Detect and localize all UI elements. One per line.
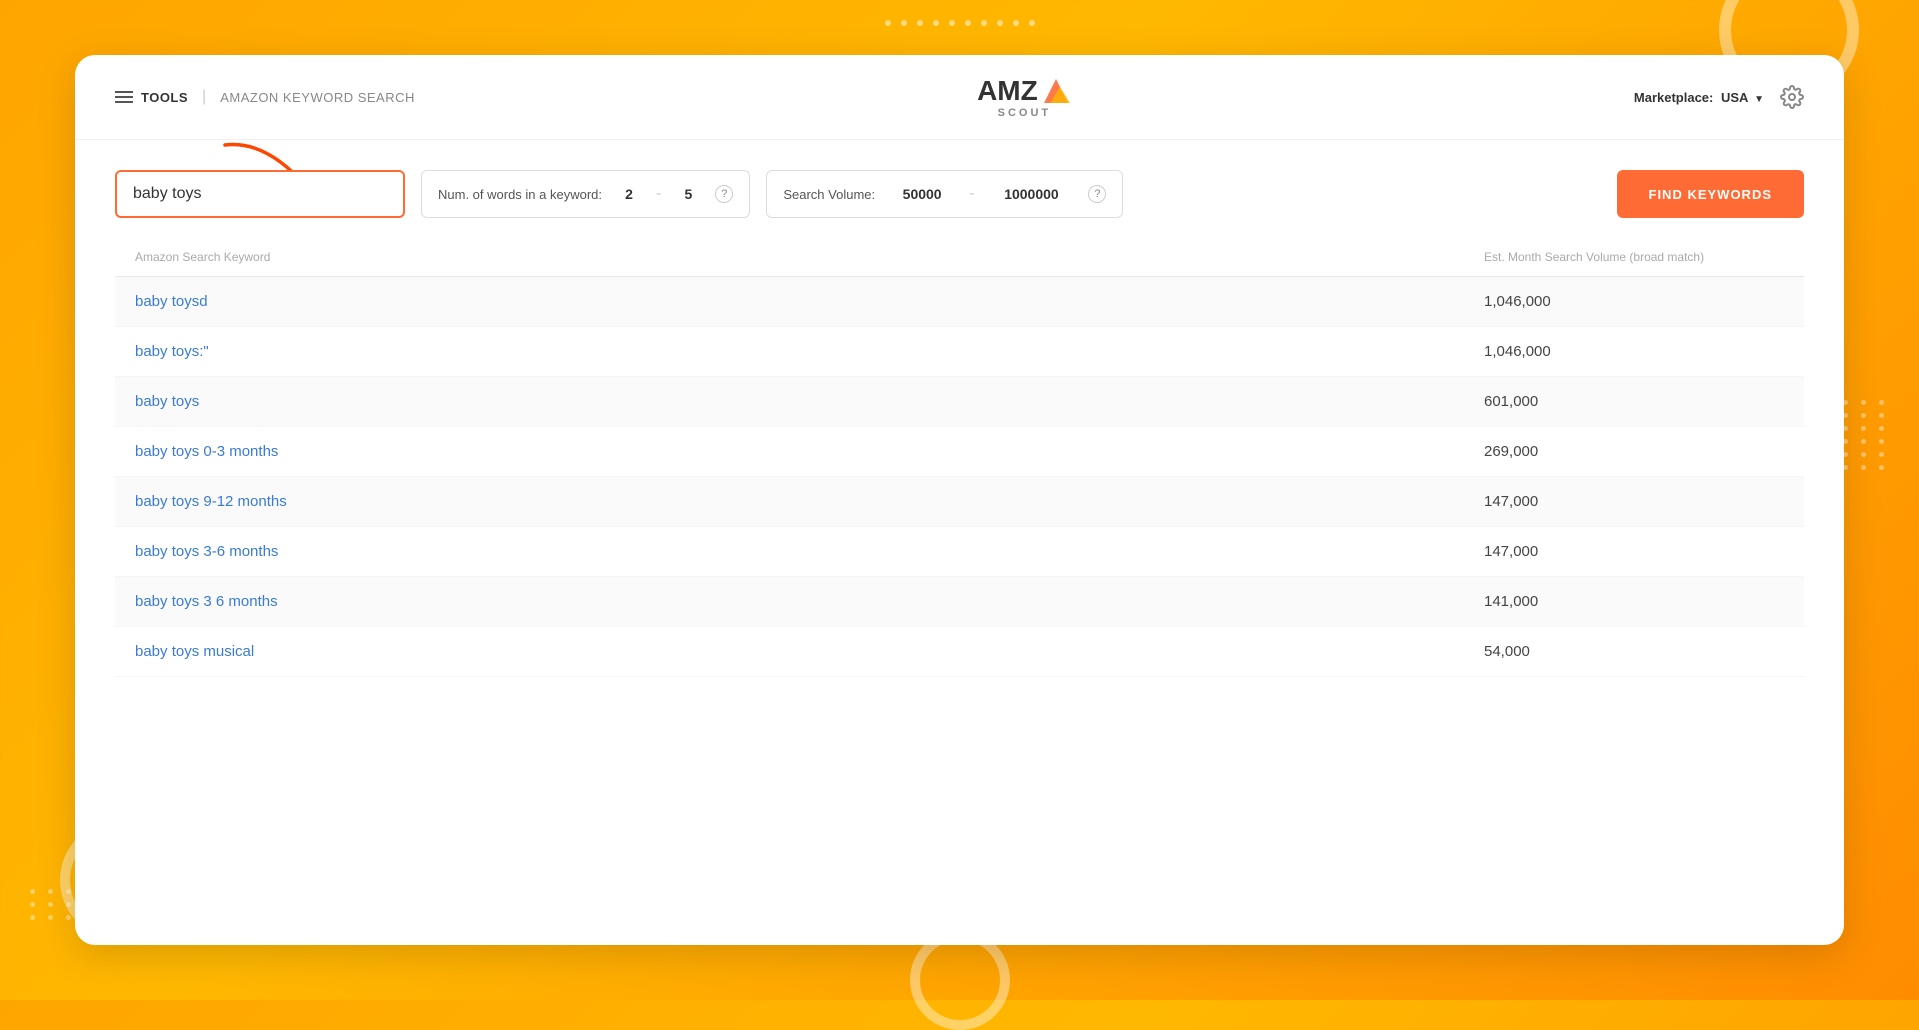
keyword-cell[interactable]: baby toys 0-3 months [135, 443, 1484, 460]
num-words-min-input[interactable] [614, 186, 644, 202]
main-card: TOOLS | AMAZON KEYWORD SEARCH AMZ SCOUT … [75, 55, 1844, 945]
logo-icon-svg [1040, 75, 1072, 107]
table-header: Amazon Search Keyword Est. Month Search … [115, 238, 1804, 277]
table-row: baby toys 3 6 months 141,000 [115, 577, 1804, 627]
table-body: baby toysd 1,046,000 baby toys:" 1,046,0… [115, 277, 1804, 677]
search-input-wrapper [115, 170, 405, 218]
table-row: baby toys musical 54,000 [115, 627, 1804, 677]
logo-text: AMZ [977, 75, 1072, 107]
marketplace-arrow: ▼ [1754, 94, 1764, 105]
marketplace-value: USA [1721, 90, 1748, 105]
table-row: baby toys 3-6 months 147,000 [115, 527, 1804, 577]
keyword-cell[interactable]: baby toysd [135, 293, 1484, 310]
bg-circle-bottom-center [910, 930, 1010, 1030]
header-separator: | [202, 88, 206, 106]
num-words-separator: - [656, 185, 661, 203]
volume-cell: 1,046,000 [1484, 343, 1784, 360]
header-right: Marketplace: USA ▼ [1634, 85, 1804, 109]
marketplace-selector[interactable]: Marketplace: USA ▼ [1634, 90, 1764, 105]
bg-dots-bottom-left [30, 889, 76, 920]
table-row: baby toys 9-12 months 147,000 [115, 477, 1804, 527]
volume-cell: 601,000 [1484, 393, 1784, 410]
num-words-max-input[interactable] [673, 186, 703, 202]
volume-cell: 147,000 [1484, 543, 1784, 560]
results-table: Amazon Search Keyword Est. Month Search … [75, 238, 1844, 677]
logo: AMZ SCOUT [977, 75, 1072, 119]
col-header-keyword: Amazon Search Keyword [135, 250, 1484, 264]
keyword-cell[interactable]: baby toys:" [135, 343, 1484, 360]
volume-cell: 54,000 [1484, 643, 1784, 660]
search-volume-label: Search Volume: [783, 187, 875, 202]
table-row: baby toysd 1,046,000 [115, 277, 1804, 327]
search-volume-filter: Search Volume: - ? [766, 170, 1123, 218]
volume-cell: 141,000 [1484, 593, 1784, 610]
keyword-cell[interactable]: baby toys 3-6 months [135, 543, 1484, 560]
header-subtitle: AMAZON KEYWORD SEARCH [220, 90, 415, 105]
volume-cell: 147,000 [1484, 493, 1784, 510]
volume-cell: 269,000 [1484, 443, 1784, 460]
table-row: baby toys 0-3 months 269,000 [115, 427, 1804, 477]
num-words-filter: Num. of words in a keyword: - ? [421, 170, 750, 218]
table-row: baby toys 601,000 [115, 377, 1804, 427]
volume-cell: 1,046,000 [1484, 293, 1784, 310]
num-words-info-icon[interactable]: ? [715, 185, 733, 203]
num-words-label: Num. of words in a keyword: [438, 187, 602, 202]
settings-icon[interactable] [1780, 85, 1804, 109]
bg-dots-top [885, 20, 1035, 26]
logo-scout-text: SCOUT [998, 107, 1052, 119]
hamburger-menu-icon[interactable] [115, 91, 133, 103]
search-volume-separator: - [969, 185, 974, 203]
col-header-volume: Est. Month Search Volume (broad match) [1484, 250, 1784, 264]
find-keywords-button[interactable]: FIND KEYWORDS [1617, 170, 1805, 218]
bg-dots-right [1843, 400, 1889, 470]
table-row: baby toys:" 1,046,000 [115, 327, 1804, 377]
search-area: Num. of words in a keyword: - ? Search V… [75, 140, 1844, 238]
marketplace-label: Marketplace: [1634, 90, 1713, 105]
logo-amz-text: AMZ [977, 77, 1038, 105]
keyword-cell[interactable]: baby toys [135, 393, 1484, 410]
search-volume-info-icon[interactable]: ? [1088, 185, 1106, 203]
keyword-cell[interactable]: baby toys 9-12 months [135, 493, 1484, 510]
keyword-cell[interactable]: baby toys musical [135, 643, 1484, 660]
search-volume-min-input[interactable] [887, 186, 957, 202]
search-volume-max-input[interactable] [986, 186, 1076, 202]
keyword-cell[interactable]: baby toys 3 6 months [135, 593, 1484, 610]
app-header: TOOLS | AMAZON KEYWORD SEARCH AMZ SCOUT … [75, 55, 1844, 140]
tools-label: TOOLS [141, 90, 188, 105]
search-input[interactable] [115, 170, 405, 218]
header-left: TOOLS | AMAZON KEYWORD SEARCH [115, 88, 415, 106]
